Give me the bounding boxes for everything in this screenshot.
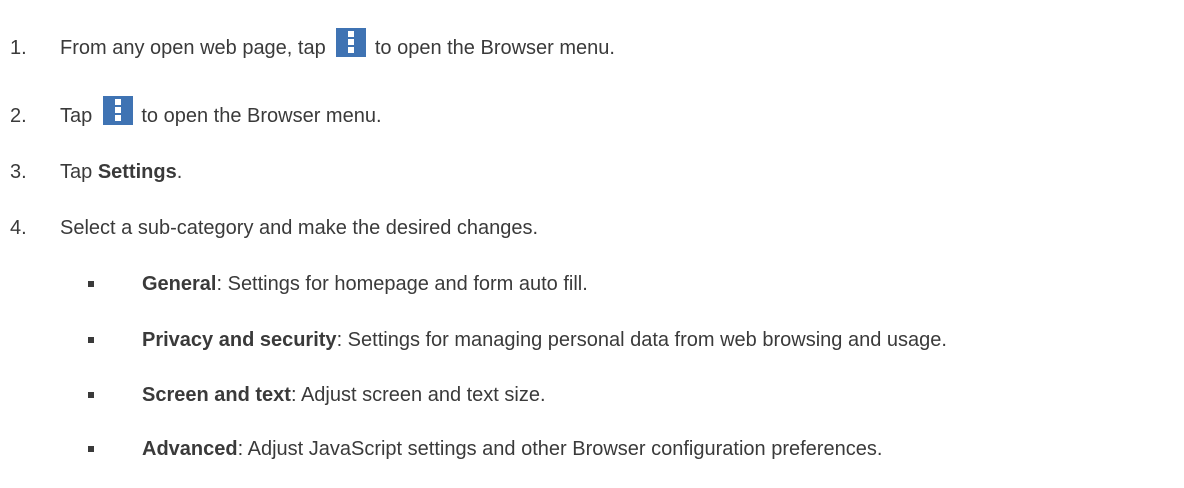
sub-item-general: General : Settings for homepage and form… — [88, 269, 588, 299]
sub-item-text: : Adjust screen and text size. — [290, 383, 546, 406]
step-number: 4. — [10, 216, 27, 239]
step-text: . — [176, 160, 183, 183]
overflow-menu-icon — [102, 95, 133, 125]
step-2: 2. Tap to open the Browser menu. — [10, 95, 382, 132]
step-text: From any open web page, tap — [60, 36, 332, 59]
sub-item-title: Advanced — [142, 437, 238, 460]
instructions-document: 1. From any open web page, tap to open t… — [0, 0, 1184, 488]
sub-item-title: Privacy and security — [142, 328, 337, 351]
step-text: Tap — [60, 104, 98, 127]
step-text: to open the Browser menu. — [135, 104, 382, 127]
sub-item-title: Screen and text — [142, 383, 291, 406]
settings-term: Settings — [97, 160, 177, 183]
step-text: Select a sub-category and make the desir… — [60, 216, 539, 239]
step-4: 4. Select a sub-category and make the de… — [10, 212, 538, 244]
step-text: to open the Browser menu. — [369, 36, 615, 59]
step-number: 2. — [10, 104, 27, 127]
sub-item-text: : Settings for homepage and form auto fi… — [216, 272, 588, 295]
sub-item-advanced: Advanced : Adjust JavaScript settings an… — [88, 434, 882, 464]
bullet-icon — [88, 392, 94, 398]
bullet-icon — [88, 281, 94, 287]
bullet-icon — [88, 337, 94, 343]
sub-item-privacy: Privacy and security : Settings for mana… — [88, 325, 947, 355]
step-text: Tap — [60, 160, 98, 183]
sub-item-text: : Settings for managing personal data fr… — [336, 328, 947, 351]
step-number: 3. — [10, 160, 27, 183]
sub-item-text: : Adjust JavaScript settings and other B… — [237, 437, 883, 460]
step-3: 3. Tap Settings . — [10, 156, 182, 188]
sub-item-screen-text: Screen and text : Adjust screen and text… — [88, 380, 546, 410]
sub-item-title: General — [142, 272, 217, 295]
step-number: 1. — [10, 36, 27, 59]
overflow-menu-icon — [336, 27, 367, 57]
bullet-icon — [88, 446, 94, 452]
step-1: 1. From any open web page, tap to open t… — [10, 27, 615, 64]
